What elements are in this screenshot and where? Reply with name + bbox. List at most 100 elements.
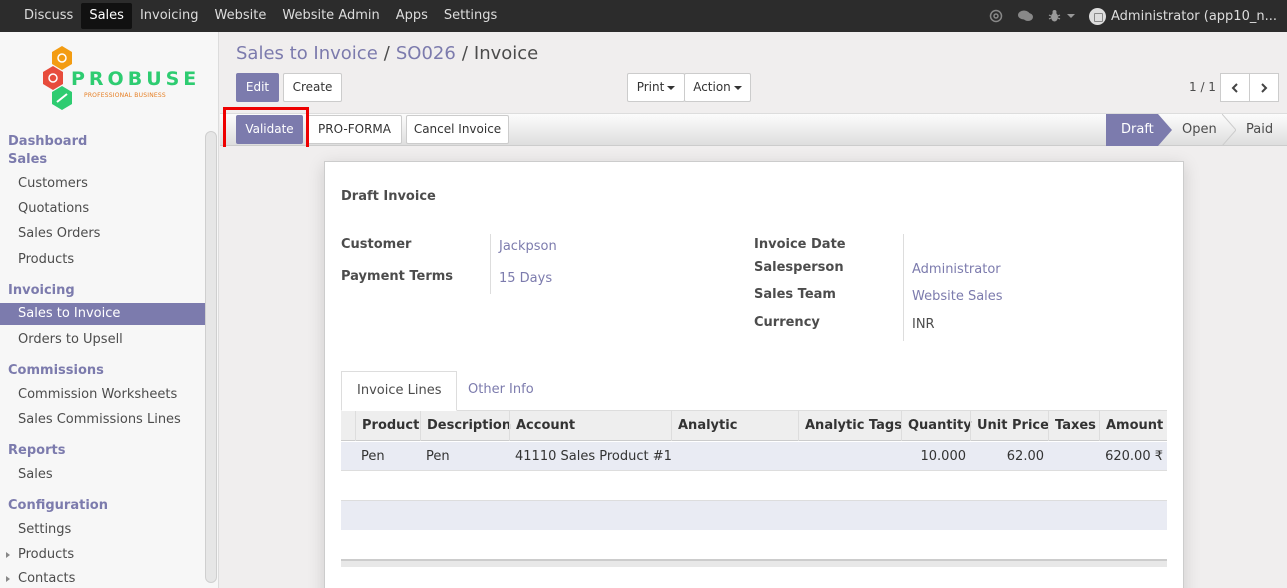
- company-logo: PROBUSE PROFESSIONAL BUSINESS: [40, 44, 196, 119]
- stage-paid[interactable]: Paid: [1246, 114, 1273, 146]
- chevron-left-icon: [1231, 82, 1238, 93]
- proforma-button[interactable]: PRO-FORMA: [307, 115, 402, 144]
- menu-website-admin[interactable]: Website Admin: [274, 3, 387, 29]
- logo-tagline: PROFESSIONAL BUSINESS: [84, 92, 166, 99]
- table-row-empty[interactable]: [341, 500, 1167, 530]
- column-taxes[interactable]: Taxes: [1048, 411, 1100, 441]
- sidebar-item-sales-to-invoice[interactable]: Sales to Invoice: [0, 303, 205, 325]
- user-menu[interactable]: Administrator (app10_n...: [1089, 7, 1277, 25]
- pager-value[interactable]: 1 / 1: [1189, 80, 1216, 94]
- stage-open[interactable]: Open: [1182, 114, 1217, 146]
- cell-amount: 620.00 ₹: [1105, 449, 1163, 464]
- edit-button[interactable]: Edit: [236, 73, 279, 102]
- pager-previous-button[interactable]: [1220, 73, 1250, 102]
- column-product[interactable]: Product: [355, 411, 421, 441]
- cell-description: Pen: [426, 449, 450, 464]
- sidebar-item-orders-to-upsell[interactable]: Orders to Upsell: [0, 329, 205, 351]
- currency-label: Currency: [754, 315, 820, 330]
- logo-text: PROBUSE: [71, 68, 201, 90]
- breadcrumb-so026[interactable]: SO026: [396, 43, 456, 64]
- sidebar-head-sales: Sales: [8, 152, 48, 167]
- sidebar-item-quotations[interactable]: Quotations: [0, 198, 205, 220]
- cell-product: Pen: [361, 449, 385, 464]
- sales-team-field[interactable]: Website Sales: [912, 289, 1003, 304]
- create-button[interactable]: Create: [283, 73, 342, 102]
- cell-quantity: 10.000: [920, 449, 967, 464]
- at-icon[interactable]: [989, 9, 1003, 23]
- column-analytic-account[interactable]: Analytic Account: [671, 411, 799, 463]
- stage-arrow-icon: [1222, 114, 1236, 146]
- cell-account: 41110 Sales Product #1: [515, 449, 672, 464]
- sidebar-item-contacts[interactable]: Contacts: [0, 568, 205, 588]
- sidebar-scrollbar[interactable]: [205, 131, 217, 583]
- tab-invoice-lines[interactable]: Invoice Lines: [341, 371, 458, 411]
- sidebar-item-customers[interactable]: Customers: [0, 173, 205, 195]
- column-unit-price[interactable]: Unit Price: [970, 411, 1049, 441]
- chevron-down-icon: [667, 85, 676, 90]
- sidebar-item-settings[interactable]: Settings: [0, 519, 205, 541]
- pager-next-button[interactable]: [1249, 73, 1279, 102]
- sidebar-item-label: Products: [18, 547, 75, 562]
- menu-invoicing[interactable]: Invoicing: [132, 3, 207, 29]
- column-amount[interactable]: Amount: [1099, 411, 1167, 441]
- chevron-right-icon: [1261, 82, 1268, 93]
- customer-field[interactable]: Jackpson: [499, 239, 557, 254]
- chat-icon[interactable]: [1017, 9, 1034, 23]
- payment-terms-field[interactable]: 15 Days: [499, 271, 552, 286]
- cancel-invoice-button[interactable]: Cancel Invoice: [406, 115, 509, 144]
- menu-settings[interactable]: Settings: [436, 3, 505, 29]
- sidebar-head-configuration: Configuration: [8, 498, 108, 513]
- sidebar-item-products[interactable]: Products: [0, 249, 205, 271]
- table-footer: [341, 559, 1167, 567]
- sidebar-head-dashboard[interactable]: Dashboard: [8, 134, 87, 149]
- customer-label: Customer: [341, 237, 412, 252]
- action-label: Action: [693, 80, 731, 94]
- salesperson-field[interactable]: Administrator: [912, 262, 1001, 277]
- stage-draft: Draft: [1106, 114, 1158, 146]
- avatar: [1089, 7, 1107, 25]
- systray: Administrator (app10_n...: [989, 0, 1277, 32]
- print-dropdown[interactable]: Print: [627, 73, 685, 102]
- salesperson-label: Salesperson: [754, 260, 844, 275]
- stage-arrow-icon: [1158, 114, 1172, 146]
- column-quantity[interactable]: Quantity: [901, 411, 972, 441]
- breadcrumb-separator: /: [461, 43, 468, 64]
- breadcrumb-current: Invoice: [473, 43, 539, 64]
- breadcrumb-sales-to-invoice[interactable]: Sales to Invoice: [236, 43, 378, 64]
- bug-icon[interactable]: [1048, 9, 1076, 23]
- column-description[interactable]: Description: [420, 411, 511, 441]
- invoice-lines-header: Product Description Account Analytic Acc…: [341, 411, 1167, 463]
- currency-field[interactable]: INR: [912, 317, 935, 332]
- menu-website[interactable]: Website: [207, 3, 275, 29]
- payment-terms-label: Payment Terms: [341, 269, 454, 284]
- action-dropdown[interactable]: Action: [684, 73, 751, 102]
- sidebar: PROBUSE PROFESSIONAL BUSINESS Dashboard …: [0, 32, 219, 588]
- sidebar-item-sales-commissions-lines[interactable]: Sales Commissions Lines: [0, 409, 205, 431]
- sidebar-head-reports: Reports: [8, 443, 66, 458]
- sidebar-item-label: Contacts: [18, 571, 76, 586]
- cell-unit-price: 62.00: [1006, 449, 1044, 464]
- user-name: Administrator (app10_n...: [1111, 8, 1277, 24]
- menu-discuss[interactable]: Discuss: [16, 3, 81, 29]
- sidebar-head-commissions: Commissions: [8, 363, 104, 378]
- sidebar-item-sales-orders[interactable]: Sales Orders: [0, 223, 205, 245]
- notebook-tabs: Invoice Lines Other Info: [341, 371, 1167, 411]
- divider: [490, 234, 491, 294]
- tab-other-info[interactable]: Other Info: [453, 371, 549, 411]
- menu-apps[interactable]: Apps: [388, 3, 436, 29]
- column-account[interactable]: Account: [509, 411, 672, 441]
- invoice-title: Draft Invoice: [341, 189, 436, 204]
- sidebar-item-config-products[interactable]: Products: [0, 544, 205, 566]
- caret-right-icon: [6, 552, 10, 558]
- column-analytic-tags[interactable]: Analytic Tags: [798, 411, 902, 441]
- table-row[interactable]: Pen Pen 41110 Sales Product #1 10.000 62…: [341, 442, 1167, 471]
- chevron-down-icon: [1067, 14, 1076, 18]
- sidebar-item-reports-sales[interactable]: Sales: [0, 464, 205, 486]
- sidebar-item-commission-worksheets[interactable]: Commission Worksheets: [0, 384, 205, 406]
- print-label: Print: [636, 80, 665, 94]
- breadcrumb-separator: /: [383, 43, 390, 64]
- menu-sales[interactable]: Sales: [81, 3, 132, 29]
- app-menu: Discuss Sales Invoicing Website Website …: [16, 3, 505, 29]
- invoice-date-label: Invoice Date: [754, 237, 846, 252]
- caret-right-icon: [6, 576, 10, 582]
